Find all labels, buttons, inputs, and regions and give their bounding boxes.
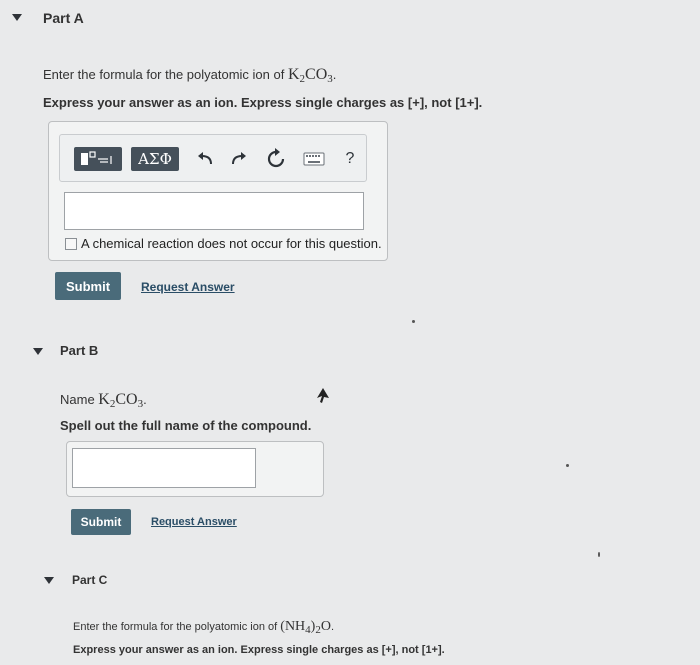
part-a-title[interactable]: Part A <box>43 10 84 26</box>
part-b-answer-editor <box>66 441 324 497</box>
part-b-prompt: Name K2CO3. <box>60 391 147 410</box>
part-b-prompt-text: Name <box>60 392 99 407</box>
keyboard-icon <box>303 152 325 166</box>
no-reaction-checkbox[interactable] <box>65 237 77 250</box>
part-b-title[interactable]: Part B <box>60 343 98 358</box>
part-a-toolbar: ΑΣΦ ? <box>59 134 367 182</box>
part-a-request-answer-link[interactable]: Request Answer <box>141 280 235 294</box>
templates-button[interactable] <box>74 147 122 171</box>
part-a-prompt: Enter the formula for the polyatomic ion… <box>43 66 337 85</box>
part-b-submit-button[interactable]: Submit <box>71 509 131 535</box>
help-button[interactable]: ? <box>341 147 359 171</box>
reset-icon <box>267 148 285 168</box>
part-a-answer-input[interactable] <box>64 192 364 230</box>
part-c-prompt-text: Enter the formula for the polyatomic ion… <box>73 621 281 633</box>
part-b-instruction: Spell out the full name of the compound. <box>60 418 312 433</box>
part-a-compound: K2CO3 <box>287 66 333 85</box>
screen-speck <box>598 552 600 557</box>
redo-button[interactable] <box>227 147 251 171</box>
keyboard-button[interactable] <box>301 149 327 169</box>
no-reaction-option[interactable]: A chemical reaction does not occur for t… <box>65 236 382 251</box>
part-c-prompt: Enter the formula for the polyatomic ion… <box>73 619 335 636</box>
redo-icon <box>232 152 246 165</box>
part-a-answer-editor: ΑΣΦ ? A chemical reaction does not occur… <box>48 121 388 261</box>
undo-icon <box>198 152 212 165</box>
greek-symbols-button[interactable]: ΑΣΦ <box>131 147 179 171</box>
part-a-instruction: Express your answer as an ion. Express s… <box>43 95 483 110</box>
mouse-cursor-icon <box>317 388 329 403</box>
part-a-submit-button[interactable]: Submit <box>55 272 121 300</box>
part-a-prompt-text: Enter the formula for the polyatomic ion… <box>43 67 288 82</box>
part-c-instruction: Express your answer as an ion. Express s… <box>73 644 445 656</box>
part-b-collapse-caret[interactable] <box>33 348 43 355</box>
screen-speck <box>412 320 415 323</box>
part-c-title[interactable]: Part C <box>72 573 107 587</box>
no-reaction-label: A chemical reaction does not occur for t… <box>81 236 382 251</box>
part-b-compound: K2CO3 <box>98 391 144 410</box>
part-b-request-answer-link[interactable]: Request Answer <box>151 516 237 528</box>
undo-button[interactable] <box>193 147 217 171</box>
screen-speck <box>566 464 569 467</box>
part-b-answer-input[interactable] <box>72 448 256 488</box>
part-c-compound: (NH4)2O <box>280 619 331 636</box>
templates-icon <box>81 151 112 165</box>
part-c-collapse-caret[interactable] <box>44 577 54 584</box>
part-a-collapse-caret[interactable] <box>12 14 22 21</box>
reset-button[interactable] <box>263 145 289 173</box>
